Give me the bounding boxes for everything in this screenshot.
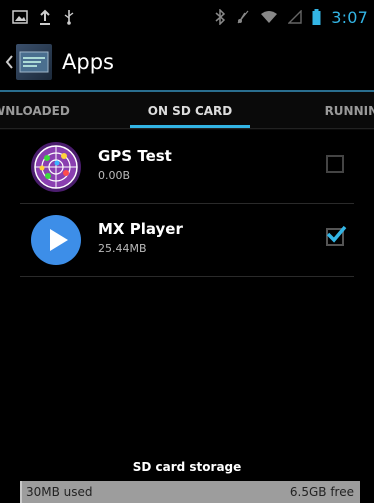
upload-icon <box>38 9 52 25</box>
list-item[interactable]: GPS Test 0.00B <box>20 131 354 204</box>
storage-usage-bar: 30MB used 6.5GB free <box>20 481 360 503</box>
tab-running[interactable]: RUNNING <box>325 92 374 130</box>
usb-icon <box>62 9 76 25</box>
app-checkbox-checked[interactable] <box>326 225 347 246</box>
list-item[interactable]: MX Player 25.44MB <box>20 204 354 277</box>
tab-strip: WNLOADED ON SD CARD RUNNING <box>0 92 374 130</box>
app-list: GPS Test 0.00B MX Player 25.44MB <box>0 131 374 277</box>
back-caret-icon[interactable] <box>4 34 14 90</box>
app-name: GPS Test <box>98 147 172 165</box>
signal-icon <box>288 10 302 24</box>
battery-icon <box>312 9 321 25</box>
settings-app-icon[interactable] <box>16 44 52 80</box>
picture-icon <box>12 10 28 24</box>
app-checkbox[interactable] <box>326 155 344 173</box>
page-title: Apps <box>62 50 114 74</box>
status-bar: 3:07 <box>0 0 374 34</box>
storage-label: SD card storage <box>132 460 242 474</box>
storage-free-text: 6.5GB free <box>289 485 354 499</box>
storage-used-text: 30MB used <box>26 485 93 499</box>
action-bar[interactable]: Apps <box>0 34 374 90</box>
app-name: MX Player <box>98 220 183 238</box>
app-size: 25.44MB <box>98 242 147 255</box>
app-size: 0.00B <box>98 169 131 182</box>
mx-player-app-icon <box>30 214 82 266</box>
mute-icon <box>236 9 250 25</box>
tab-strip-divider <box>0 128 374 129</box>
storage-used-fill <box>20 481 22 503</box>
gps-test-app-icon <box>30 141 82 193</box>
tab-downloaded[interactable]: WNLOADED <box>0 92 70 130</box>
bluetooth-icon <box>214 9 226 25</box>
wifi-icon <box>260 10 278 24</box>
clock-time: 3:07 <box>331 7 368 27</box>
